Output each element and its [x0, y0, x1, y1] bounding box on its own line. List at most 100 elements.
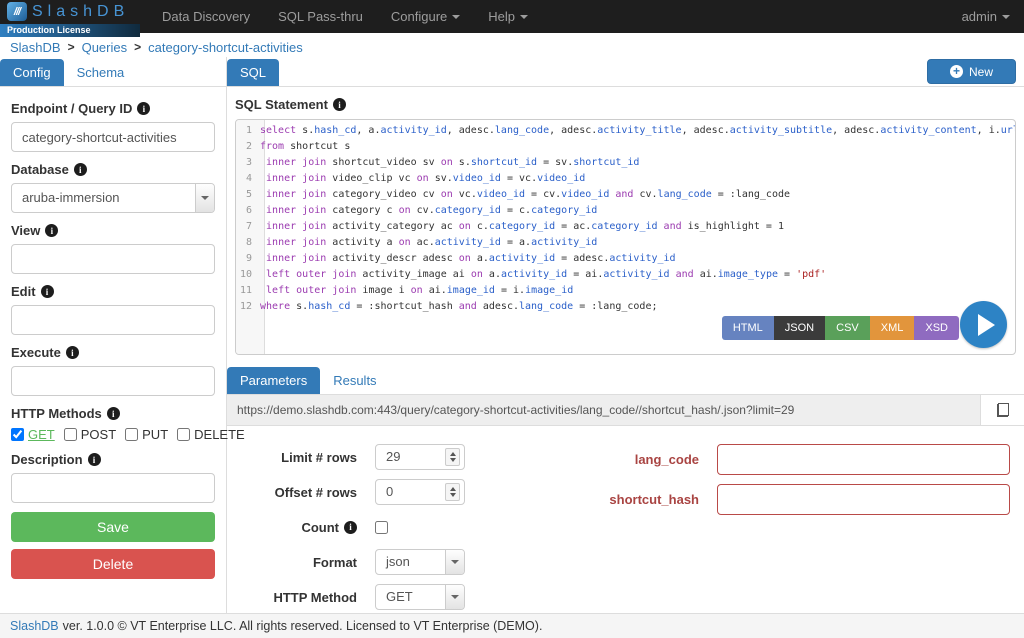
sql-tabbar: SQL + New: [227, 57, 1024, 87]
query-url: https://demo.slashdb.com:443/query/categ…: [227, 395, 980, 425]
tab-schema[interactable]: Schema: [64, 59, 138, 86]
info-icon[interactable]: i: [74, 163, 87, 176]
limit-label: Limit # rows: [227, 450, 375, 465]
shortcut-hash-row: shortcut_hash: [587, 484, 1014, 515]
count-row: Counti: [227, 514, 587, 540]
run-query-button[interactable]: [960, 301, 1007, 348]
info-icon[interactable]: i: [88, 453, 101, 466]
breadcrumb-separator: >: [134, 40, 141, 54]
sql-code-lines: 1select s.hash_cd, a.activity_id, adesc.…: [236, 120, 1015, 315]
format-xsd-button[interactable]: XSD: [914, 316, 959, 340]
tab-results[interactable]: Results: [320, 367, 389, 394]
tab-parameters[interactable]: Parameters: [227, 367, 320, 394]
lang-code-label: lang_code: [587, 452, 717, 467]
config-form: Endpoint / Query IDi Databasei aruba-imm…: [0, 87, 226, 591]
info-icon[interactable]: i: [45, 224, 58, 237]
top-navbar: /// SlashDB Production License Data Disc…: [0, 0, 1024, 33]
copy-url-button[interactable]: [980, 395, 1024, 425]
format-csv-button[interactable]: CSV: [825, 316, 870, 340]
info-icon[interactable]: i: [107, 407, 120, 420]
http-methods-label: HTTP Methodsi: [11, 406, 215, 421]
lang-code-row: lang_code: [587, 444, 1014, 475]
method-get: GET: [11, 427, 55, 442]
nav-item-help[interactable]: Help: [474, 0, 542, 33]
nav-menu: Data Discovery SQL Pass-thru Configure H…: [148, 0, 542, 33]
endpoint-input[interactable]: [11, 122, 215, 152]
nav-item-data-discovery[interactable]: Data Discovery: [148, 0, 264, 33]
info-icon[interactable]: i: [333, 98, 346, 111]
info-icon[interactable]: i: [344, 521, 357, 534]
query-url-bar: https://demo.slashdb.com:443/query/categ…: [227, 395, 1024, 426]
method-put: PUT: [125, 427, 168, 442]
database-label: Databasei: [11, 162, 215, 177]
endpoint-label: Endpoint / Query IDi: [11, 101, 215, 116]
brand-name: SlashDB: [32, 3, 129, 21]
config-tabbar: Config Schema: [0, 57, 226, 87]
footer-text: ver. 1.0.0 © VT Enterprise LLC. All righ…: [63, 619, 543, 633]
lang-code-input[interactable]: [717, 444, 1010, 475]
description-label: Descriptioni: [11, 452, 215, 467]
chevron-down-icon: [445, 585, 464, 609]
post-checkbox[interactable]: [64, 428, 77, 441]
brand[interactable]: /// SlashDB Production License: [0, 0, 140, 33]
user-menu[interactable]: admin: [948, 0, 1024, 33]
nav-item-configure[interactable]: Configure: [377, 0, 474, 33]
main-content: Config Schema Endpoint / Query IDi Datab…: [0, 57, 1024, 613]
sql-code-editor[interactable]: 1select s.hash_cd, a.activity_id, adesc.…: [235, 119, 1016, 355]
tab-config[interactable]: Config: [0, 59, 64, 86]
new-query-button[interactable]: + New: [927, 59, 1016, 84]
slashdb-logo-icon: ///: [7, 2, 27, 21]
number-stepper-icon[interactable]: [445, 448, 460, 466]
breadcrumb-slashdb[interactable]: SlashDB: [10, 40, 61, 55]
delete-checkbox[interactable]: [177, 428, 190, 441]
format-select[interactable]: json: [375, 549, 465, 575]
format-xml-button[interactable]: XML: [870, 316, 915, 340]
breadcrumb-current-query[interactable]: category-shortcut-activities: [148, 40, 303, 55]
play-icon: [978, 314, 995, 336]
info-icon[interactable]: i: [41, 285, 54, 298]
tab-sql[interactable]: SQL: [227, 59, 279, 86]
put-checkbox[interactable]: [125, 428, 138, 441]
sql-editor-section: SQL Statementi 1select s.hash_cd, a.acti…: [227, 87, 1024, 363]
chevron-down-icon: [445, 550, 464, 574]
count-label: Counti: [227, 520, 375, 535]
copy-icon: [997, 403, 1009, 417]
chevron-down-icon: [520, 15, 528, 19]
number-stepper-icon[interactable]: [445, 483, 460, 501]
count-checkbox[interactable]: [375, 521, 388, 534]
format-html-button[interactable]: HTML: [722, 316, 774, 340]
chevron-down-icon: [452, 15, 460, 19]
params-right-column: lang_code shortcut_hash: [587, 444, 1014, 619]
execute-input[interactable]: [11, 366, 215, 396]
edit-input[interactable]: [11, 305, 215, 335]
format-json-button[interactable]: JSON: [774, 316, 825, 340]
method-post: POST: [64, 427, 116, 442]
get-link[interactable]: GET: [28, 427, 55, 442]
limit-input[interactable]: 29: [375, 444, 465, 470]
sql-statement-label: SQL Statementi: [235, 97, 1016, 112]
footer-slashdb-link[interactable]: SlashDB: [10, 619, 59, 633]
delete-button[interactable]: Delete: [11, 549, 215, 579]
description-input[interactable]: [11, 473, 215, 503]
limit-row: Limit # rows 29: [227, 444, 587, 470]
view-input[interactable]: [11, 244, 215, 274]
info-icon[interactable]: i: [137, 102, 150, 115]
breadcrumb-queries[interactable]: Queries: [82, 40, 128, 55]
plus-circle-icon: +: [950, 65, 963, 78]
get-checkbox[interactable]: [11, 428, 24, 441]
nav-item-sql-passthru[interactable]: SQL Pass-thru: [264, 0, 377, 33]
format-label: Format: [227, 555, 375, 570]
database-select[interactable]: aruba-immersion: [11, 183, 215, 213]
info-icon[interactable]: i: [66, 346, 79, 359]
offset-label: Offset # rows: [227, 485, 375, 500]
params-tabbar: Parameters Results: [227, 365, 1024, 395]
format-row: Format json: [227, 549, 587, 575]
edit-label: Editi: [11, 284, 215, 299]
save-button[interactable]: Save: [11, 512, 215, 542]
http-methods-group: GET POST PUT DELETE: [11, 427, 215, 442]
breadcrumb-separator: >: [68, 40, 75, 54]
offset-input[interactable]: 0: [375, 479, 465, 505]
shortcut-hash-input[interactable]: [717, 484, 1010, 515]
chevron-down-icon: [195, 184, 214, 212]
http-method-select[interactable]: GET: [375, 584, 465, 610]
